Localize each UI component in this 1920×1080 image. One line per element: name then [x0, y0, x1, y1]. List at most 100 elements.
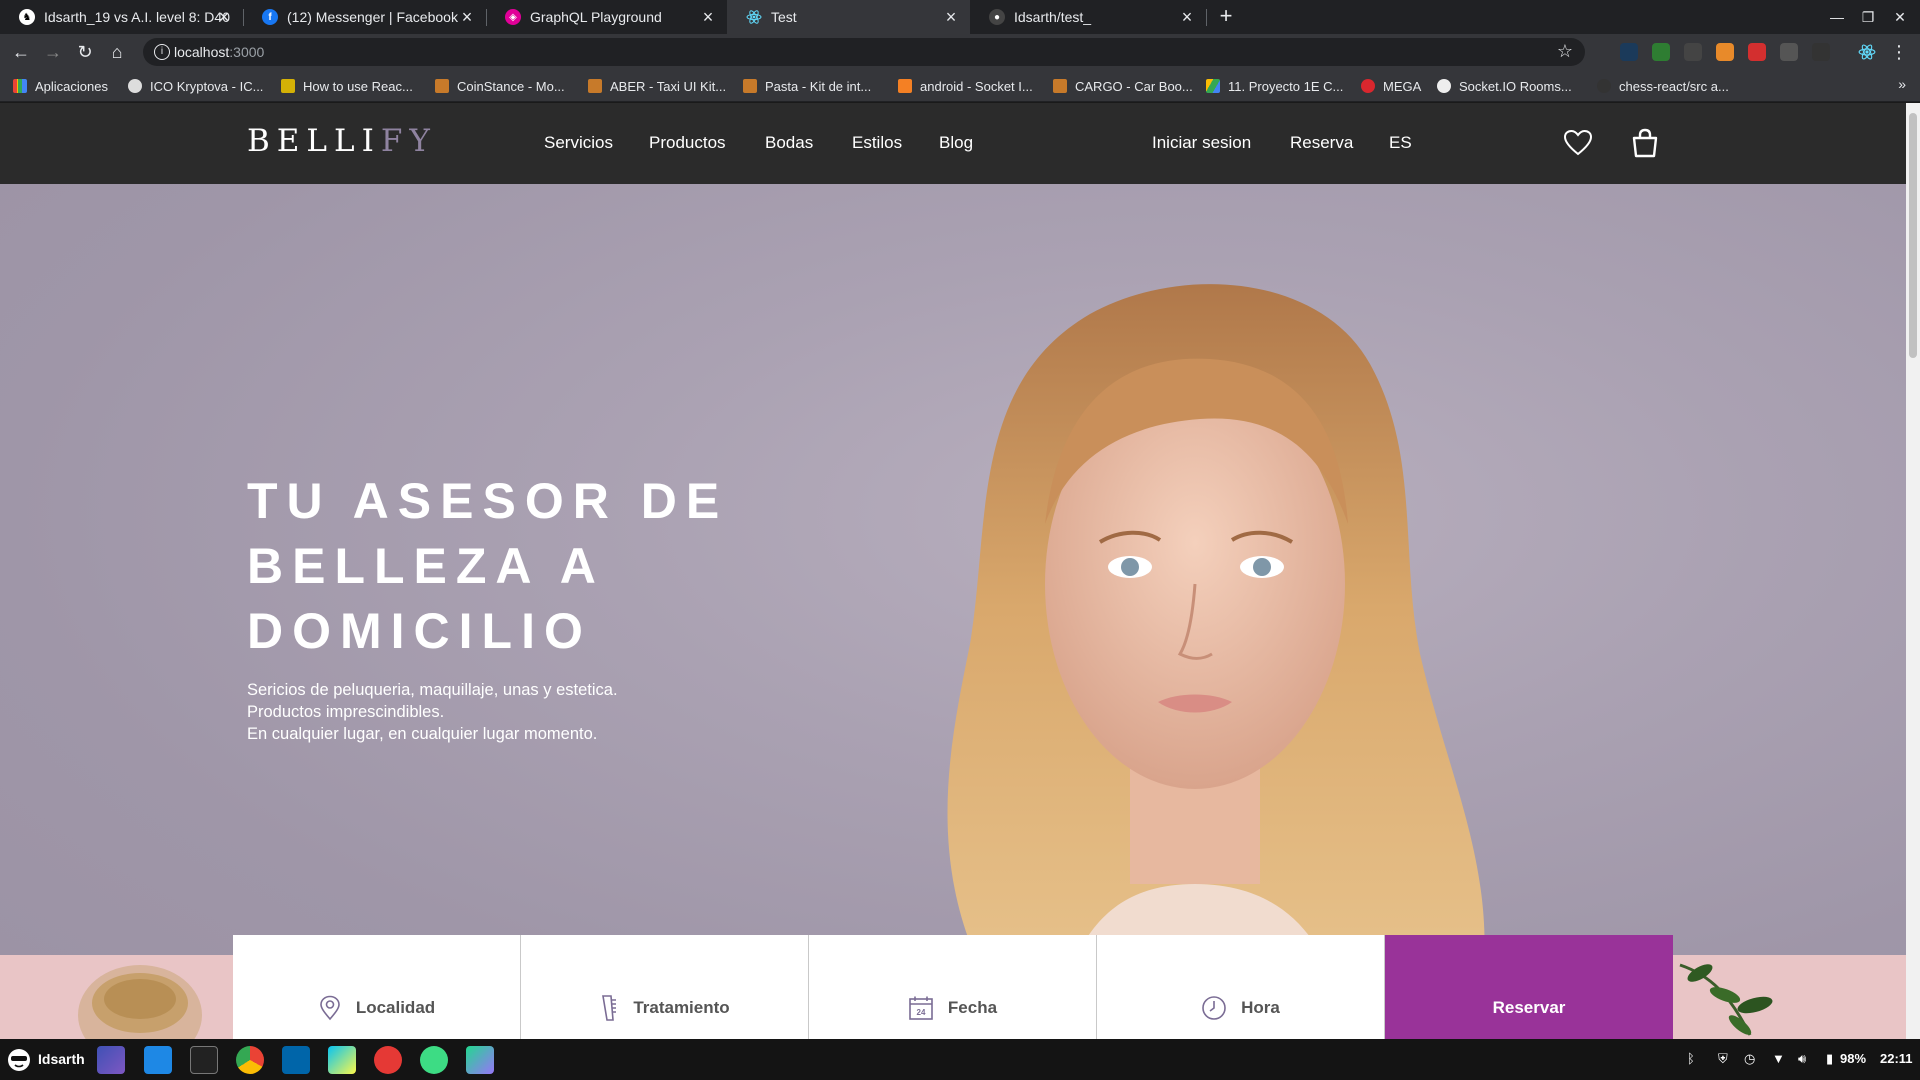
- tab-divider: [1206, 9, 1207, 26]
- bookmark-apps[interactable]: Aplicaciones: [13, 77, 108, 95]
- bookmark-star-icon[interactable]: ☆: [1557, 41, 1573, 62]
- webstorm-icon[interactable]: [328, 1046, 356, 1074]
- close-tab-icon[interactable]: ×: [942, 8, 960, 26]
- browser-tab[interactable]: f (12) Messenger | Facebook ×: [243, 0, 486, 34]
- browser-toolbar: ← → ↻ ⌂ i localhost:3000 ☆ ⋮: [0, 34, 1920, 70]
- page-scrollbar[interactable]: [1906, 103, 1920, 1039]
- github-icon: [1597, 79, 1611, 93]
- status-icon[interactable]: ◷: [1744, 1051, 1755, 1067]
- bookmark-item[interactable]: CARGO - Car Boo...: [1053, 77, 1193, 95]
- new-tab-button[interactable]: +: [1214, 5, 1238, 29]
- language-selector[interactable]: ES: [1389, 133, 1412, 153]
- browser-tab[interactable]: ● Idsarth/test_ ×: [970, 0, 1206, 34]
- tab-title: Idsarth_19 vs A.I. level 8: D40: [44, 9, 230, 25]
- bookmark-favicon: [435, 79, 449, 93]
- lichess-icon: ♞: [19, 9, 35, 25]
- extension-icon[interactable]: [1716, 43, 1734, 61]
- os-taskbar: Idsarth ᛒ ⛨ ◷ ▼ 🔊︎ ▮ 98% 22:11: [0, 1039, 1920, 1080]
- restore-icon[interactable]: ❐: [1857, 6, 1879, 28]
- close-tab-icon[interactable]: ×: [1178, 8, 1196, 26]
- extension-icon[interactable]: [1748, 43, 1766, 61]
- tab-title: (12) Messenger | Facebook: [287, 9, 458, 25]
- locality-label: Localidad: [355, 997, 436, 1017]
- bookmark-item[interactable]: ABER - Taxi UI Kit...: [588, 77, 726, 95]
- date-label: Fecha: [947, 997, 998, 1017]
- bookmark-item[interactable]: chess-react/src a...: [1597, 77, 1729, 95]
- nav-reserva[interactable]: Reserva: [1290, 133, 1353, 153]
- app-icon[interactable]: [374, 1046, 402, 1074]
- battery-icon[interactable]: ▮: [1826, 1051, 1833, 1067]
- info-icon[interactable]: i: [154, 44, 170, 60]
- close-tab-icon[interactable]: ×: [699, 8, 717, 26]
- minimize-icon[interactable]: —: [1826, 6, 1848, 28]
- app-launcher-icon[interactable]: [97, 1046, 125, 1074]
- extension-icon[interactable]: [1652, 43, 1670, 61]
- extension-icon[interactable]: [1812, 43, 1830, 61]
- browser-tab-active[interactable]: Test ×: [727, 0, 970, 34]
- site-header: BELLIFY Servicios Productos Bodas Estilo…: [0, 103, 1906, 184]
- svg-text:24: 24: [916, 1008, 925, 1017]
- extension-icon[interactable]: [1780, 43, 1798, 61]
- shopping-bag-icon[interactable]: [1629, 127, 1661, 159]
- reload-icon[interactable]: ↻: [74, 41, 96, 63]
- time-label: Hora: [1241, 997, 1280, 1017]
- file-manager-icon[interactable]: [144, 1046, 172, 1074]
- bluetooth-icon[interactable]: ᛒ: [1687, 1051, 1695, 1066]
- location-pin-icon: [320, 995, 340, 1020]
- close-tab-icon[interactable]: ×: [458, 8, 476, 26]
- bookmark-item[interactable]: 11. Proyecto 1E C...: [1206, 77, 1343, 95]
- hero-section: TU ASESOR DE BELLEZA A DOMICILIO Sericio…: [0, 184, 1906, 1039]
- date-picker[interactable]: 24 Fecha: [809, 935, 1097, 1039]
- bookmark-item[interactable]: Pasta - Kit de int...: [743, 77, 871, 95]
- time-picker[interactable]: Hora: [1097, 935, 1385, 1039]
- bookmark-item[interactable]: ICO Kryptova - IC...: [128, 77, 263, 95]
- nav-bodas[interactable]: Bodas: [765, 133, 813, 153]
- nav-login[interactable]: Iniciar sesion: [1152, 133, 1251, 153]
- terminal-icon[interactable]: [190, 1046, 218, 1074]
- nav-productos[interactable]: Productos: [649, 133, 726, 153]
- reservar-button[interactable]: Reservar: [1385, 935, 1673, 1039]
- web-page: BELLIFY Servicios Productos Bodas Estilo…: [0, 103, 1906, 1039]
- wifi-icon[interactable]: ▼: [1772, 1051, 1785, 1066]
- bookmarks-overflow-icon[interactable]: »: [1898, 76, 1906, 92]
- bookmark-item[interactable]: How to use Reac...: [281, 77, 413, 95]
- scrollbar-thumb[interactable]: [1909, 113, 1917, 358]
- extension-icon[interactable]: [1620, 43, 1638, 61]
- shield-icon[interactable]: ⛨: [1718, 1051, 1728, 1067]
- browser-tab-bar: ♞ Idsarth_19 vs A.I. level 8: D40 × f (1…: [0, 0, 1920, 34]
- back-icon[interactable]: ←: [10, 41, 32, 63]
- mega-icon: [1361, 79, 1375, 93]
- bookmark-item[interactable]: android - Socket I...: [898, 77, 1033, 95]
- browser-tab[interactable]: ♞ Idsarth_19 vs A.I. level 8: D40 ×: [0, 0, 243, 34]
- browser-tab[interactable]: ◈ GraphQL Playground ×: [486, 0, 727, 34]
- extension-icon[interactable]: [1684, 43, 1702, 61]
- android-studio-icon[interactable]: [420, 1046, 448, 1074]
- bookmark-favicon: [281, 79, 295, 93]
- github-icon: ●: [989, 9, 1005, 25]
- datagrip-icon[interactable]: [466, 1046, 494, 1074]
- chrome-icon[interactable]: [236, 1046, 264, 1074]
- bookmark-item[interactable]: Socket.IO Rooms...: [1437, 77, 1572, 95]
- vscode-icon[interactable]: [282, 1046, 310, 1074]
- volume-icon[interactable]: 🔊︎: [1798, 1051, 1806, 1067]
- close-window-icon[interactable]: ✕: [1889, 6, 1911, 28]
- home-icon[interactable]: ⌂: [106, 41, 128, 63]
- forward-icon[interactable]: →: [42, 41, 64, 63]
- graphql-icon: ◈: [505, 9, 521, 25]
- user-avatar-icon[interactable]: [7, 1048, 31, 1072]
- treatment-select[interactable]: Tratamiento: [521, 935, 809, 1039]
- bookmark-item[interactable]: CoinStance - Mo...: [435, 77, 565, 95]
- hero-subtitle-line: Productos imprescindibles.: [247, 703, 445, 721]
- nav-estilos[interactable]: Estilos: [852, 133, 902, 153]
- address-bar[interactable]: i localhost:3000 ☆: [143, 38, 1585, 66]
- bookmark-item[interactable]: MEGA: [1361, 77, 1421, 95]
- nav-servicios[interactable]: Servicios: [544, 133, 613, 153]
- browser-menu-icon[interactable]: ⋮: [1888, 41, 1910, 63]
- booking-bar: Localidad Tratamiento 24 Fecha Hora Rese…: [233, 935, 1673, 1039]
- locality-select[interactable]: Localidad: [233, 935, 521, 1039]
- close-tab-icon[interactable]: ×: [215, 8, 233, 26]
- react-devtools-icon[interactable]: [1858, 43, 1876, 61]
- bellify-logo[interactable]: BELLIFY: [247, 123, 437, 159]
- nav-blog[interactable]: Blog: [939, 133, 973, 153]
- heart-icon[interactable]: [1562, 127, 1594, 159]
